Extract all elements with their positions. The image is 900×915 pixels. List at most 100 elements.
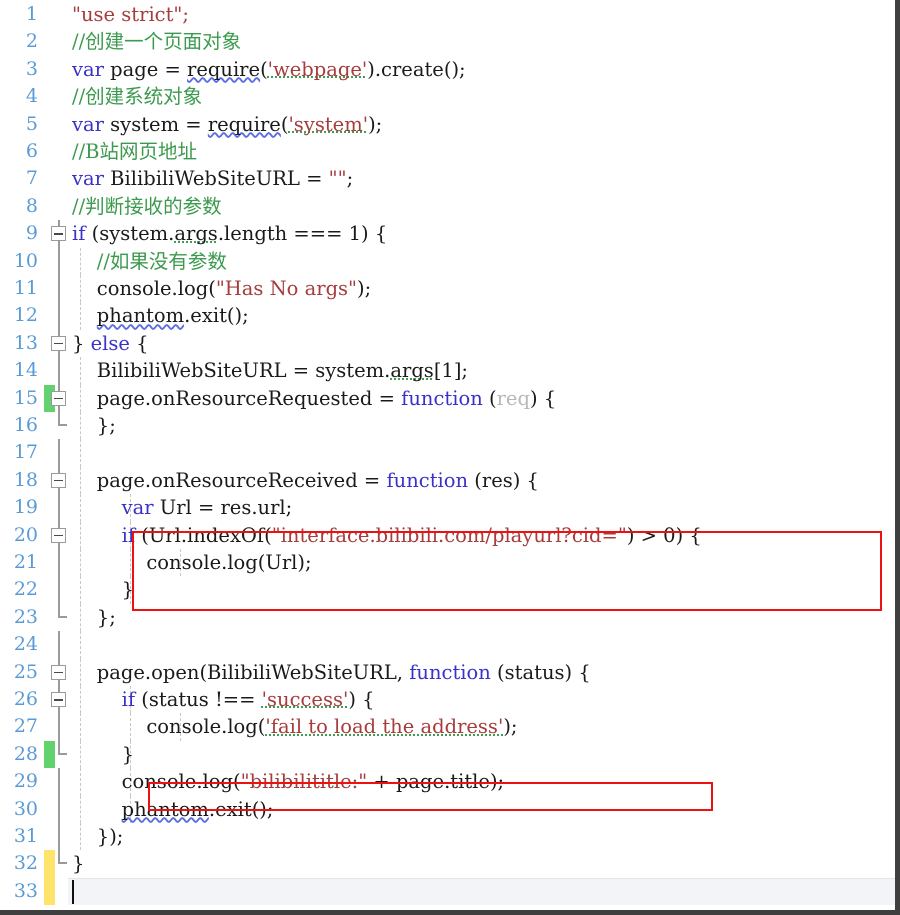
code-line[interactable]: 27 console.log('fail to load the address… <box>0 713 895 741</box>
code-line[interactable]: 3 var page = require('webpage').create(); <box>0 56 895 83</box>
code-line[interactable]: 32} <box>0 850 895 878</box>
fold-guide-line-end <box>58 603 67 618</box>
line-number: 11 <box>13 277 38 299</box>
code-text[interactable]: phantom.exit(); <box>72 302 249 329</box>
code-line[interactable]: 7 var BilibiliWebSiteURL = ""; <box>0 165 895 192</box>
code-line[interactable]: 5 var system = require('system'); <box>0 111 895 138</box>
fold-collapse-icon[interactable] <box>51 472 66 488</box>
code-token: "bilibilititle:" <box>240 770 368 794</box>
code-line[interactable]: 13} else { <box>0 329 895 358</box>
code-text[interactable]: page.onResourceReceived = function (res)… <box>72 467 539 494</box>
code-line[interactable]: 17 <box>0 439 895 467</box>
code-token: .length === 1) { <box>217 222 388 246</box>
code-line[interactable]: 11 console.log("Has No args"); <box>0 275 895 303</box>
code-line[interactable]: 16 }; <box>0 412 895 440</box>
code-line[interactable]: 20 if (Url.indexOf("interface.bilibili.c… <box>0 521 895 549</box>
code-token: if <box>121 688 136 711</box>
code-text[interactable]: if (system.args.length === 1) { <box>72 220 387 247</box>
code-token: ; <box>346 167 354 191</box>
code-line[interactable]: 4 //创建系统对象 <box>0 83 895 110</box>
code-text[interactable]: "use strict"; <box>72 1 189 28</box>
code-token: .exit(); <box>184 304 249 328</box>
code-line[interactable]: 33 <box>0 877 895 906</box>
code-line[interactable]: 24 <box>0 631 895 659</box>
code-text[interactable]: //判断接收的参数 <box>72 193 222 220</box>
code-token: "interface.bilibili.com/playurl?cid=" <box>271 523 627 547</box>
code-line[interactable]: 2 //创建一个页面对象 <box>0 28 895 55</box>
code-line[interactable]: 14 BilibiliWebSiteURL = system.args[1]; <box>0 357 895 385</box>
code-line[interactable]: 8 //判断接收的参数 <box>0 193 895 220</box>
code-text[interactable]: if (status !== 'success') { <box>72 686 375 713</box>
code-text[interactable]: } <box>72 850 84 877</box>
code-text[interactable]: //创建一个页面对象 <box>72 28 241 55</box>
code-token: (system. <box>85 222 175 246</box>
code-text[interactable]: var system = require('system'); <box>72 111 382 138</box>
code-token: ) { <box>348 688 375 711</box>
code-text[interactable]: BilibiliWebSiteURL = system.args[1]; <box>72 357 468 384</box>
fold-collapse-icon[interactable] <box>51 527 66 543</box>
code-text[interactable]: console.log('fail to load the address'); <box>72 713 517 740</box>
code-line[interactable]: 1 "use strict"; <box>0 1 895 28</box>
code-text[interactable]: console.log(Url); <box>72 549 311 576</box>
code-text[interactable]: if (Url.indexOf("interface.bilibili.com/… <box>72 522 702 549</box>
code-line[interactable]: 30 phantom.exit(); <box>0 795 895 823</box>
code-token: function <box>401 386 483 410</box>
code-token: page = <box>103 57 188 81</box>
fold-guide-line <box>58 247 60 275</box>
code-text[interactable]: var page = require('webpage').create(); <box>72 56 466 83</box>
code-line[interactable]: 29 console.log("bilibilititle:" + page.t… <box>0 768 895 796</box>
code-line[interactable]: 25 page.open(BilibiliWebSiteURL, functio… <box>0 658 895 686</box>
fold-guide-line-end <box>58 850 67 865</box>
code-text[interactable]: //B站网页地址 <box>72 138 197 165</box>
code-text[interactable]: page.onResourceRequested = function (req… <box>72 385 556 412</box>
line-number: 20 <box>13 523 38 546</box>
code-text[interactable]: console.log("Has No args"); <box>72 275 371 302</box>
fold-collapse-icon[interactable] <box>51 692 66 707</box>
code-text[interactable]: //创建系统对象 <box>72 83 202 110</box>
fold-collapse-icon[interactable] <box>51 226 66 242</box>
code-line[interactable]: 6 //B站网页地址 <box>0 138 895 165</box>
code-token: //创建一个页面对象 <box>72 30 242 54</box>
code-line[interactable]: 19 var Url = res.url; <box>0 494 895 522</box>
code-text[interactable]: page.open(BilibiliWebSiteURL, function (… <box>72 659 591 686</box>
code-text[interactable]: var BilibiliWebSiteURL = ""; <box>72 165 353 192</box>
code-token: BilibiliWebSiteURL = system. <box>72 359 391 383</box>
code-token: console.log( <box>72 715 266 739</box>
change-marker-green[interactable] <box>44 740 55 769</box>
code-text[interactable]: var Url = res.url; <box>72 494 293 521</box>
code-line[interactable]: 22 } <box>0 576 895 604</box>
code-token: system = <box>103 112 208 136</box>
code-token: if <box>72 222 86 246</box>
code-line[interactable]: 10 //如果没有参数 <box>0 247 895 275</box>
code-line[interactable]: 18 page.onResourceReceived = function (r… <box>0 466 895 495</box>
code-line[interactable]: 28 } <box>0 740 895 769</box>
code-line[interactable]: 12 phantom.exit(); <box>0 302 895 330</box>
line-number: 3 <box>25 57 38 80</box>
code-text[interactable]: }; <box>72 604 116 631</box>
fold-collapse-icon[interactable] <box>51 664 66 680</box>
change-marker-yellow[interactable] <box>44 877 55 906</box>
code-text[interactable]: }; <box>72 412 116 439</box>
code-line[interactable]: 21 console.log(Url); <box>0 549 895 577</box>
code-text[interactable]: } <box>72 741 134 768</box>
code-text[interactable]: } <box>72 576 134 603</box>
fold-guide-line <box>58 549 60 577</box>
fold-collapse-icon[interactable] <box>51 335 66 351</box>
code-text[interactable]: }); <box>72 823 124 850</box>
code-text[interactable]: console.log("bilibilititle:" + page.titl… <box>72 768 505 795</box>
code-editor[interactable]: 1 "use strict"; 2 //创建一个页面对象 3 var page = req… <box>0 0 900 915</box>
change-marker-yellow[interactable] <box>44 850 55 878</box>
code-line[interactable]: 31 }); <box>0 823 895 851</box>
fold-collapse-icon[interactable] <box>51 390 66 406</box>
line-number: 15 <box>13 386 38 409</box>
code-token: var <box>72 167 104 191</box>
code-line[interactable]: 15 page.onResourceRequested = function (… <box>0 384 895 412</box>
line-number: 9 <box>25 222 38 245</box>
code-text[interactable]: //如果没有参数 <box>72 248 227 275</box>
code-text[interactable]: phantom.exit(); <box>72 796 274 823</box>
line-number: 29 <box>13 770 38 793</box>
code-text[interactable]: } else { <box>72 330 149 357</box>
code-line[interactable]: 23 }; <box>0 603 895 632</box>
code-line[interactable]: 26 if (status !== 'success') { <box>0 686 895 714</box>
code-line[interactable]: 9 if (system.args.length === 1) { <box>0 220 895 248</box>
